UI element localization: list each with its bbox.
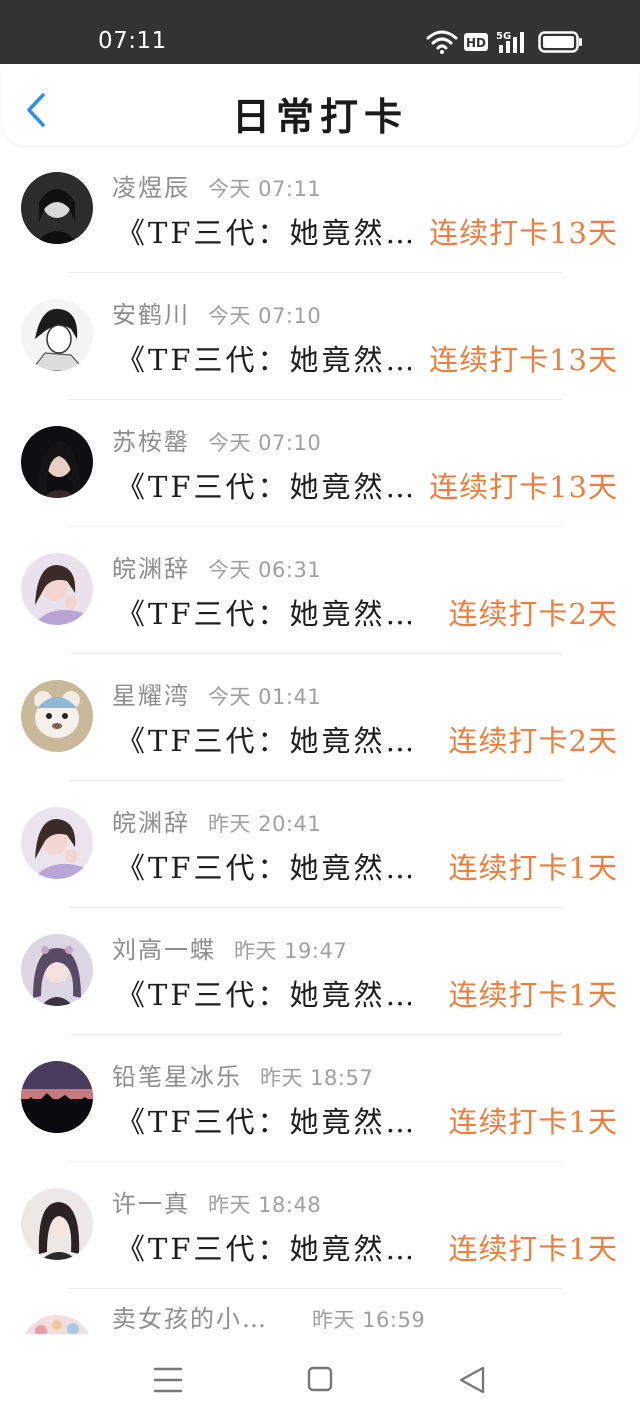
avatar[interactable] [21,172,93,244]
post-title[interactable]: 《TF三代：她竟然… [116,718,411,760]
checkin-row[interactable]: 铅笔星冰乐 昨天 18:57 《TF三代：她竟然… 连续打卡1天 [0,1035,640,1162]
avatar[interactable] [21,1188,93,1260]
streak-badge: 连续打卡1天 [448,1232,618,1266]
streak-badge: 连续打卡1天 [448,851,618,885]
post-title[interactable]: 《TF三代：她竟然… [116,464,411,506]
checkin-row[interactable]: 凌煜辰 今天 07:11 《TF三代：她竟然… 连续打卡13天 [0,146,640,273]
checkin-time: 今天 07:10 [208,304,322,328]
post-title[interactable]: 《TF三代：她竟然… [116,337,411,379]
post-title[interactable]: 《TF三代：她竟然… [116,210,411,252]
status-icons: HD 5G [426,28,584,56]
streak-badge: 连续打卡2天 [448,597,618,631]
user-name[interactable]: 苏桉罄 [112,428,190,456]
post-title[interactable]: 《TF三代：她竟然… [116,1099,411,1141]
nav-bar: 日常打卡 [2,64,638,146]
recent-apps-button[interactable] [148,1360,188,1400]
checkin-row[interactable]: 许一真 昨天 18:48 《TF三代：她竟然… 连续打卡1天 [0,1162,640,1289]
user-name[interactable]: 皖渊辞 [112,555,190,583]
wifi-icon [426,30,458,54]
checkin-time: 今天 07:10 [208,431,322,455]
status-time: 07:11 [98,28,167,54]
avatar[interactable] [21,680,93,752]
home-button[interactable] [300,1360,340,1400]
checkin-time: 昨天 18:57 [260,1066,374,1090]
checkin-time: 昨天 18:48 [208,1193,322,1217]
streak-badge: 连续打卡2天 [448,724,618,758]
user-name[interactable]: 卖女孩的小… [112,1305,268,1333]
user-name[interactable]: 刘高一蝶 [112,936,216,964]
svg-text:HD: HD [466,36,486,50]
avatar[interactable] [21,426,93,498]
user-name[interactable]: 许一真 [112,1190,190,1218]
avatar[interactable] [21,934,93,1006]
page-title: 日常打卡 [231,94,408,139]
hd-icon: HD [464,33,488,51]
checkin-row[interactable]: 卖女孩的小… 昨天 16:59 [0,1289,640,1334]
checkin-row[interactable]: 苏桉罄 今天 07:10 《TF三代：她竟然… 连续打卡13天 [0,400,640,527]
avatar[interactable] [21,1061,93,1133]
user-name[interactable]: 安鹤川 [112,301,190,329]
checkin-time: 昨天 16:59 [312,1308,426,1332]
system-navigation-bar [0,1334,640,1422]
user-name[interactable]: 铅笔星冰乐 [112,1063,242,1091]
checkin-row[interactable]: 皖渊辞 昨天 20:41 《TF三代：她竟然… 连续打卡1天 [0,781,640,908]
checkin-time: 昨天 20:41 [208,812,322,836]
post-title[interactable]: 《TF三代：她竟然… [116,972,411,1014]
home-icon [307,1366,333,1392]
avatar[interactable] [21,553,93,625]
status-bar: 07:11 HD 5G [0,0,640,64]
checkin-row[interactable]: 星耀湾 今天 01:41 《TF三代：她竟然… 连续打卡2天 [0,654,640,781]
post-title[interactable]: 《TF三代：她竟然… [116,591,411,633]
checkin-row[interactable]: 皖渊辞 今天 06:31 《TF三代：她竟然… 连续打卡2天 [0,527,640,654]
user-name[interactable]: 凌煜辰 [112,174,190,202]
signal-5g-icon: 5G [496,31,524,53]
checkin-row[interactable]: 刘高一蝶 昨天 19:47 《TF三代：她竟然… 连续打卡1天 [0,908,640,1035]
streak-badge: 连续打卡13天 [429,343,618,377]
streak-badge: 连续打卡1天 [448,978,618,1012]
avatar[interactable] [21,807,93,879]
back-nav-button[interactable] [452,1360,492,1400]
checkin-time: 昨天 19:47 [234,939,348,963]
avatar[interactable] [21,1315,93,1334]
checkin-list: 凌煜辰 今天 07:11 《TF三代：她竟然… 连续打卡13天 安鹤川 今天 07:… [0,146,640,1334]
svg-text:5G: 5G [496,31,511,42]
streak-badge: 连续打卡13天 [429,470,618,504]
checkin-time: 今天 06:31 [208,558,322,582]
checkin-row[interactable]: 安鹤川 今天 07:10 《TF三代：她竟然… 连续打卡13天 [0,273,640,400]
battery-icon [538,31,582,53]
user-name[interactable]: 星耀湾 [112,682,190,710]
back-triangle-icon [459,1366,485,1394]
post-title[interactable]: 《TF三代：她竟然… [116,1226,411,1268]
avatar[interactable] [21,299,93,371]
menu-icon [153,1367,183,1393]
post-title[interactable]: 《TF三代：她竟然… [116,845,411,887]
streak-badge: 连续打卡13天 [429,216,618,250]
streak-badge: 连续打卡1天 [448,1105,618,1139]
checkin-time: 今天 07:11 [208,177,322,201]
user-name[interactable]: 皖渊辞 [112,809,190,837]
checkin-time: 今天 01:41 [208,685,322,709]
